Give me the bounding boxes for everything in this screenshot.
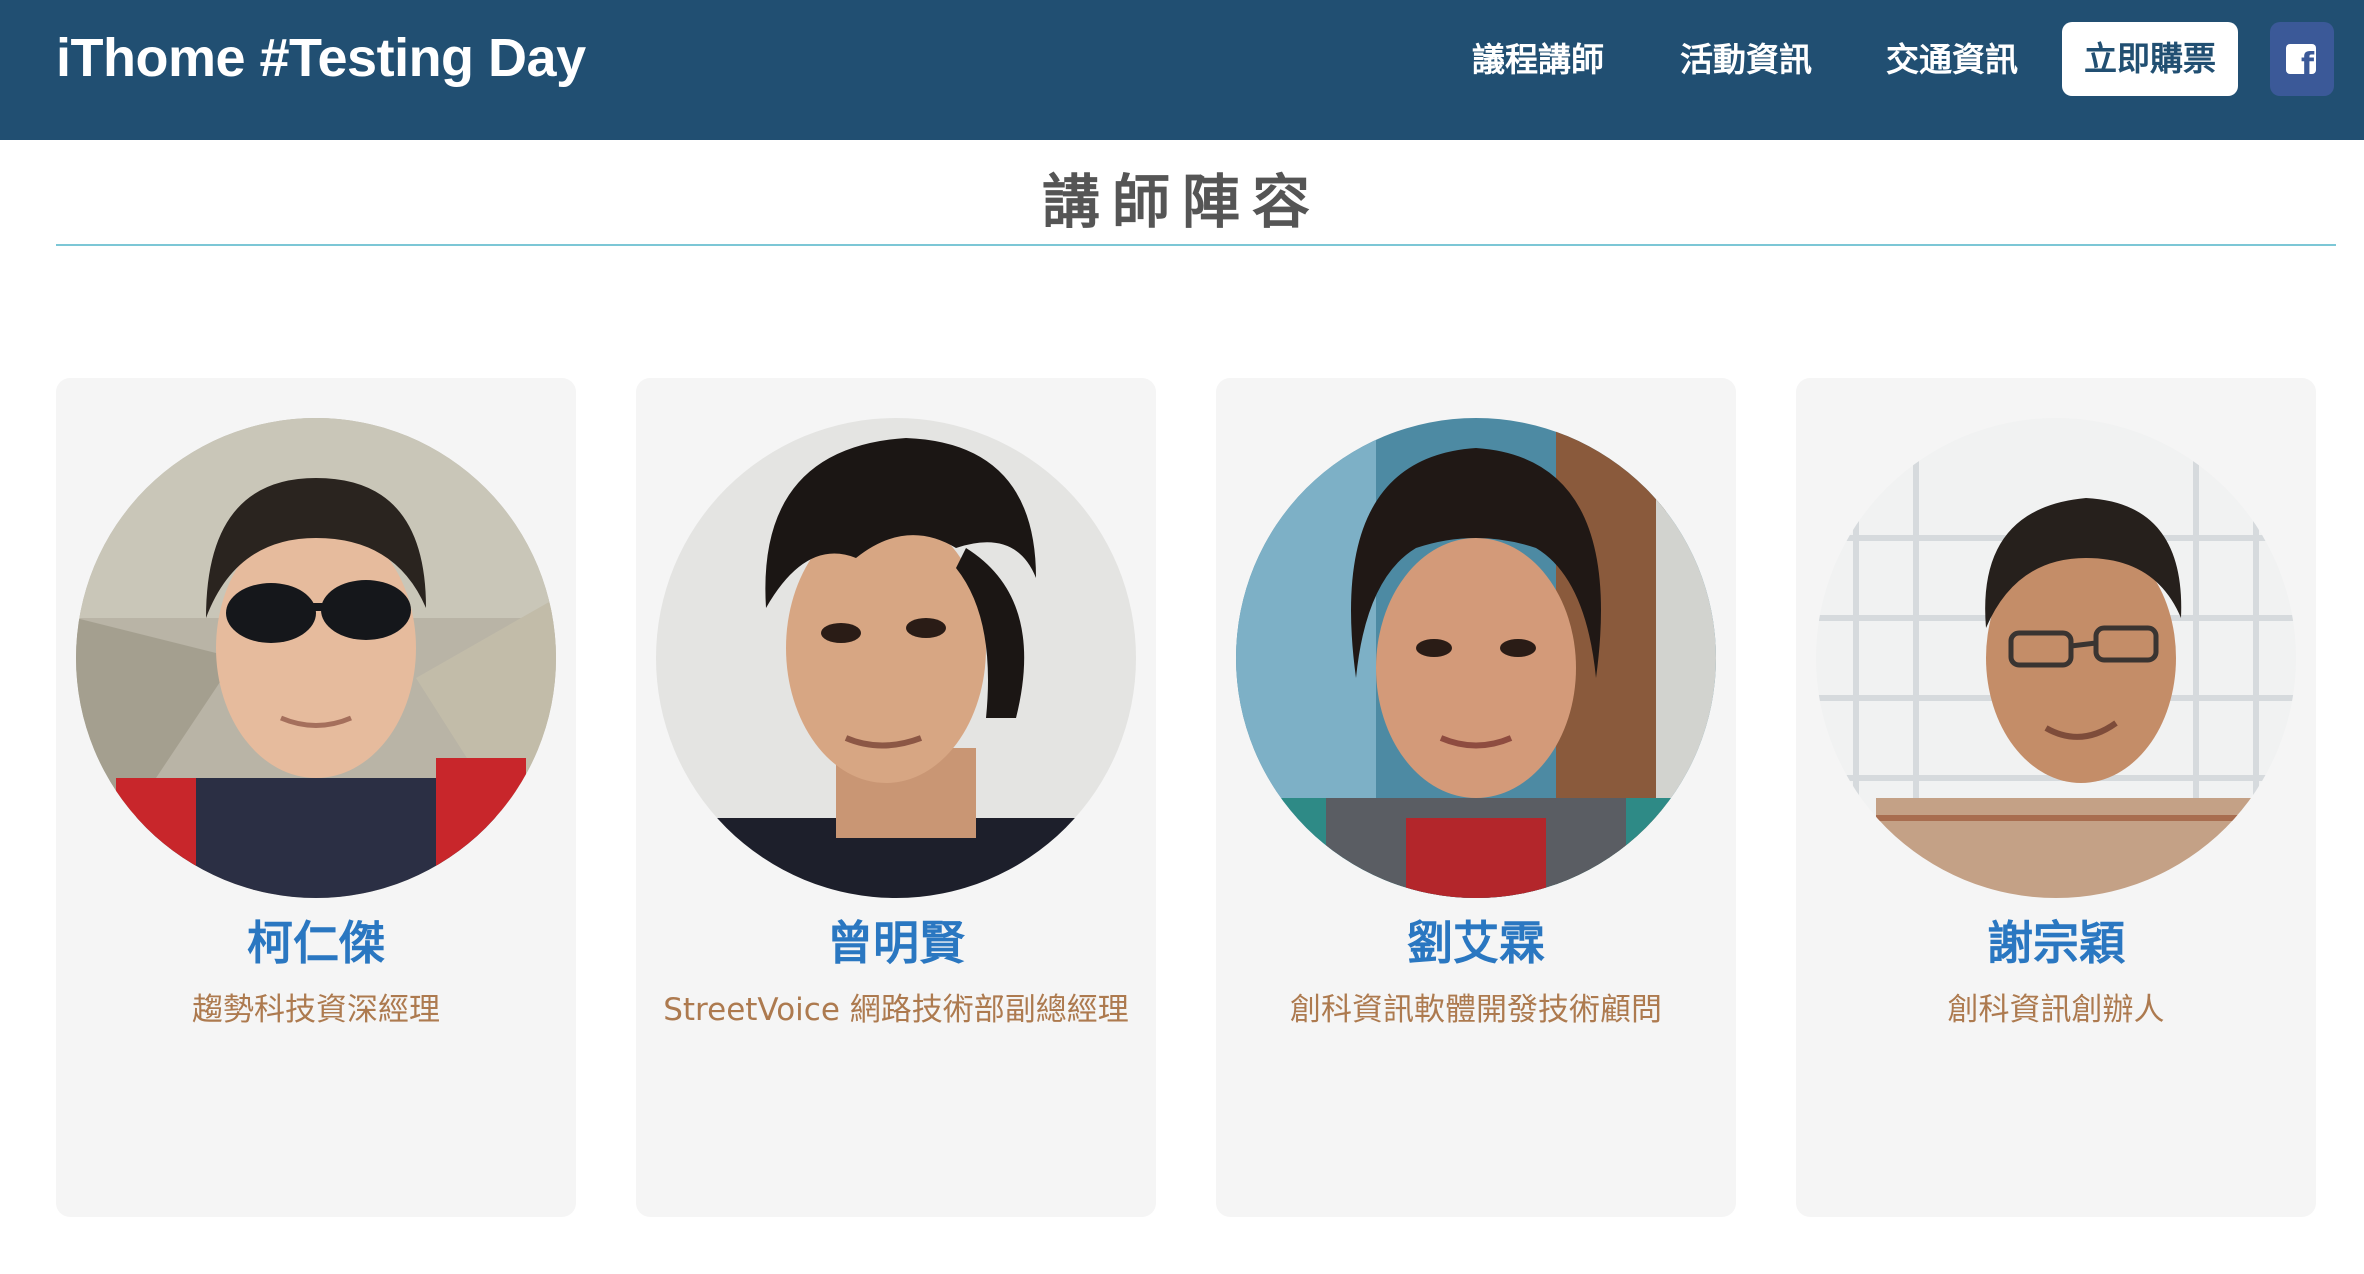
speaker-photo — [1816, 418, 2296, 898]
speaker-photo — [76, 418, 556, 898]
speaker-card[interactable]: 曾明賢 StreetVoice 網路技術部副總經理 — [636, 378, 1156, 1217]
facebook-button[interactable]: f — [2270, 22, 2334, 96]
speaker-name: 柯仁傑 — [247, 916, 385, 970]
speaker-card[interactable]: 謝宗穎 創科資訊創辦人 — [1796, 378, 2316, 1217]
speaker-title: 創科資訊軟體開發技術顧問 — [1290, 992, 1662, 1028]
speaker-title: StreetVoice 網路技術部副總經理 — [663, 992, 1129, 1028]
top-navbar: iThome #Testing Day 議程講師 活動資訊 交通資訊 立即購票 … — [0, 0, 2364, 140]
speaker-card[interactable]: 劉艾霖 創科資訊軟體開發技術顧問 — [1216, 378, 1736, 1217]
speaker-name: 謝宗穎 — [1987, 916, 2125, 970]
section-title: 講師陣容 — [1041, 168, 1322, 236]
speaker-title: 創科資訊創辦人 — [1947, 992, 2165, 1028]
speaker-card[interactable]: 柯仁傑 趨勢科技資深經理 — [56, 378, 576, 1217]
nav-link-event-info[interactable]: 活動資訊 — [1680, 36, 1812, 84]
buy-ticket-button[interactable]: 立即購票 — [2062, 22, 2238, 96]
speaker-photo — [656, 418, 1136, 898]
speaker-name: 曾明賢 — [827, 916, 965, 970]
nav-link-transport[interactable]: 交通資訊 — [1886, 36, 2018, 84]
speaker-photo — [1236, 418, 1716, 898]
speaker-title: 趨勢科技資深經理 — [192, 992, 440, 1028]
title-divider — [56, 244, 2336, 246]
site-brand[interactable]: iThome #Testing Day — [56, 28, 586, 88]
nav-link-speakers[interactable]: 議程講師 — [1472, 36, 1604, 84]
facebook-icon: f — [2286, 44, 2316, 74]
speaker-name: 劉艾霖 — [1407, 916, 1545, 970]
